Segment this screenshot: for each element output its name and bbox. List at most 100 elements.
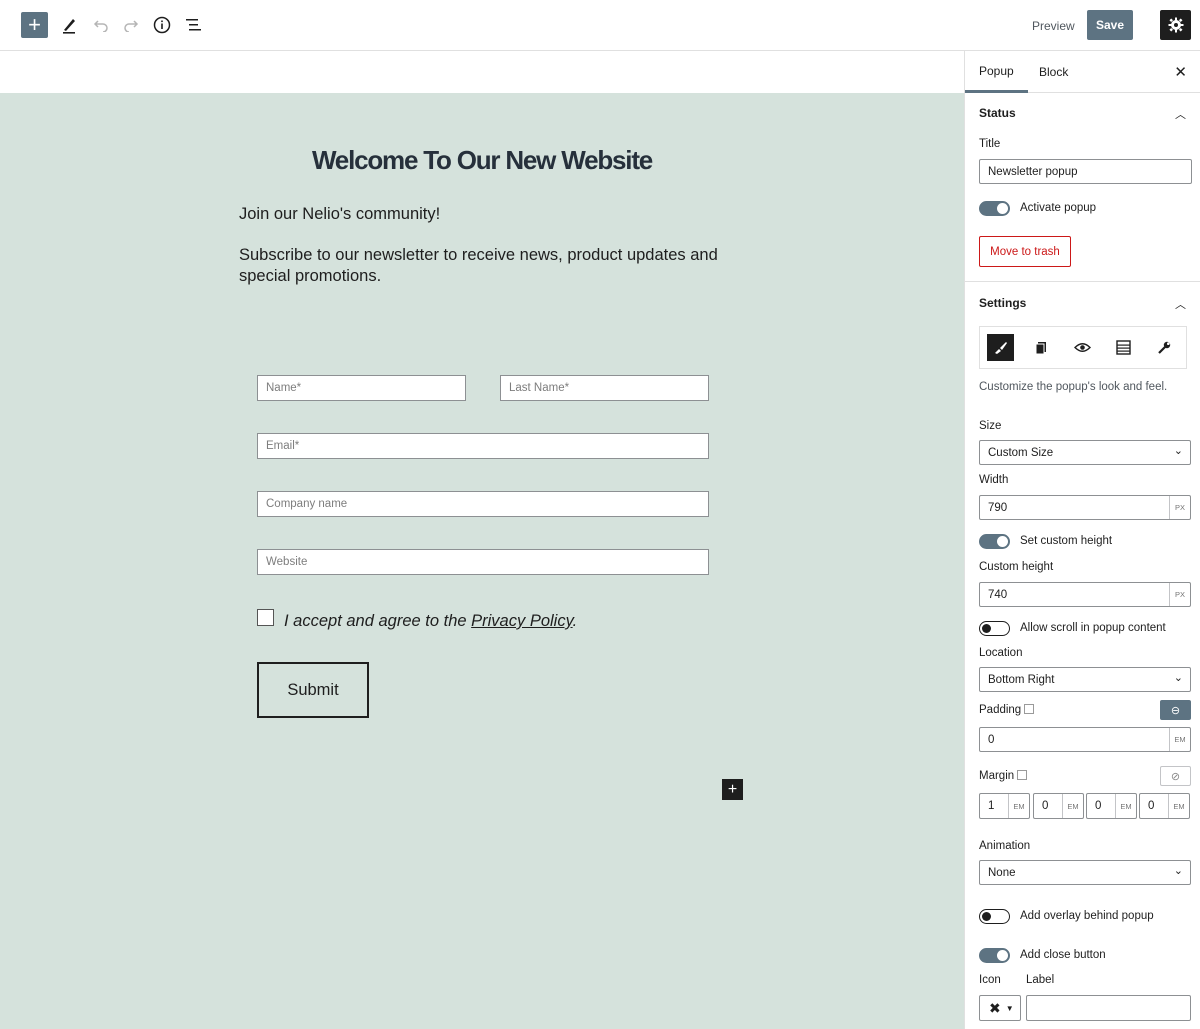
custom-height-unit[interactable]: PX (1169, 583, 1190, 606)
margin-value: 0 (1095, 800, 1102, 812)
undo-icon (93, 20, 108, 32)
animation-select[interactable]: None ⌄ (979, 860, 1191, 885)
close-button-label: Add close button (1020, 949, 1106, 961)
width-value: 790 (988, 501, 1008, 514)
undo-button[interactable] (89, 13, 113, 37)
section-divider (965, 281, 1200, 282)
custom-height-value: 740 (988, 588, 1008, 601)
padding-value: 0 (988, 733, 995, 746)
close-icon-picker[interactable]: ✖ ▼ (979, 995, 1021, 1021)
custom-height-input[interactable]: 740 PX (979, 582, 1191, 607)
last-name-field[interactable]: Last Name* (500, 375, 709, 401)
margin-value: 1 (988, 800, 995, 812)
list-view-button[interactable] (181, 13, 205, 37)
margin-bottom-input[interactable]: 0 EM (1086, 793, 1137, 819)
unlink-icon: ⊘ (1170, 770, 1181, 783)
privacy-checkbox[interactable] (257, 609, 274, 626)
tools-button[interactable] (57, 13, 81, 37)
label-label: Label (1026, 974, 1055, 986)
chevron-up-icon[interactable]: ︿ (1175, 296, 1186, 312)
margin-unit[interactable]: EM (1168, 794, 1189, 818)
style-tab[interactable] (987, 334, 1014, 361)
margin-label: Margin (979, 770, 1028, 782)
margin-unit[interactable]: EM (1062, 794, 1083, 818)
padding-input[interactable]: 0 EM (979, 727, 1191, 752)
margin-top-input[interactable]: 1 EM (979, 793, 1030, 819)
block-inserter-button[interactable]: + (722, 779, 743, 800)
settings-button[interactable] (1160, 10, 1191, 40)
link-icon: ⊖ (1170, 704, 1181, 717)
activate-popup-toggle[interactable] (979, 201, 1010, 216)
popup-canvas[interactable]: Welcome To Our New Website Join our Neli… (0, 93, 964, 1029)
overlay-toggle[interactable] (979, 909, 1010, 924)
margin-unit[interactable]: EM (1008, 794, 1029, 818)
activate-popup-label: Activate popup (1020, 202, 1097, 214)
copy-icon (1035, 341, 1046, 354)
save-button[interactable]: Save (1087, 10, 1133, 40)
pages-tab[interactable] (1028, 334, 1055, 361)
close-button-toggle[interactable] (979, 948, 1010, 963)
margin-unlink-button[interactable]: ⊘ (1160, 766, 1191, 786)
pencil-icon (63, 19, 75, 34)
box-sides-icon (1017, 770, 1028, 780)
chevron-up-icon[interactable]: ︿ (1175, 106, 1186, 122)
advanced-tab[interactable] (1151, 334, 1178, 361)
close-icon: ✕ (1174, 64, 1187, 81)
table-tab[interactable] (1110, 334, 1137, 361)
settings-section-heading[interactable]: Settings (979, 296, 1026, 310)
submit-button[interactable]: Submit (257, 662, 369, 718)
add-block-button[interactable]: + (21, 12, 48, 38)
width-input[interactable]: 790 PX (979, 495, 1191, 520)
details-button[interactable] (150, 13, 174, 37)
close-sidebar-button[interactable]: ✕ (1174, 63, 1187, 81)
animation-label: Animation (979, 840, 1031, 852)
location-select[interactable]: Bottom Right ⌄ (979, 667, 1191, 692)
animation-value: None (988, 866, 1016, 879)
name-field[interactable]: Name* (257, 375, 466, 401)
margin-left-input[interactable]: 0 EM (1139, 793, 1190, 819)
overlay-label: Add overlay behind popup (1020, 910, 1154, 922)
privacy-policy-link[interactable]: Privacy Policy (471, 612, 572, 630)
subscribe-paragraph[interactable]: Subscribe to our newsletter to receive n… (239, 245, 719, 287)
custom-height-label: Custom height (979, 561, 1054, 573)
email-field[interactable]: Email* (257, 433, 709, 459)
width-unit[interactable]: PX (1169, 496, 1190, 519)
company-field[interactable]: Company name (257, 491, 709, 517)
status-section-heading[interactable]: Status (979, 106, 1016, 120)
page-title[interactable]: Welcome To Our New Website (0, 145, 964, 176)
move-to-trash-button[interactable]: Move to trash (979, 236, 1071, 267)
padding-link-button[interactable]: ⊖ (1160, 700, 1191, 720)
toggle-knob (982, 911, 991, 921)
accept-end: . (572, 612, 578, 630)
eye-icon (1074, 343, 1091, 352)
padding-label: Padding (979, 704, 1035, 716)
margin-right-input[interactable]: 0 EM (1033, 793, 1084, 819)
accept-label: I accept and agree to the (284, 612, 472, 630)
visibility-tab[interactable] (1069, 334, 1096, 361)
plus-icon: + (727, 780, 738, 798)
padding-unit[interactable]: EM (1169, 728, 1190, 751)
gear-icon (1168, 17, 1183, 33)
box-sides-icon (1024, 704, 1035, 714)
allow-scroll-toggle[interactable] (979, 621, 1010, 636)
settings-subtabs (979, 326, 1187, 369)
caret-down-icon: ▼ (1005, 1003, 1014, 1013)
size-select[interactable]: Custom Size ⌄ (979, 440, 1191, 465)
title-input[interactable]: Newsletter popup (979, 159, 1192, 184)
tab-popup[interactable]: Popup (965, 51, 1028, 93)
intro-paragraph[interactable]: Join our Nelio's community! (239, 204, 719, 225)
close-label-input[interactable] (1026, 995, 1191, 1021)
website-field[interactable]: Website (257, 549, 709, 575)
custom-height-toggle-label: Set custom height (1020, 535, 1113, 547)
custom-height-toggle[interactable] (979, 534, 1010, 549)
margin-unit[interactable]: EM (1115, 794, 1136, 818)
redo-button[interactable] (119, 13, 143, 37)
chevron-down-icon: ⌄ (1173, 445, 1183, 457)
size-label: Size (979, 420, 1002, 432)
toggle-knob (997, 950, 1008, 961)
editor-area: Welcome To Our New Website Join our Neli… (0, 51, 964, 1029)
preview-button[interactable]: Preview (1022, 12, 1085, 39)
tab-block[interactable]: Block (1039, 51, 1068, 93)
editor-toolbar: + Preview Save (0, 0, 1200, 51)
accept-text: I accept and agree to the Privacy Policy… (284, 612, 577, 631)
